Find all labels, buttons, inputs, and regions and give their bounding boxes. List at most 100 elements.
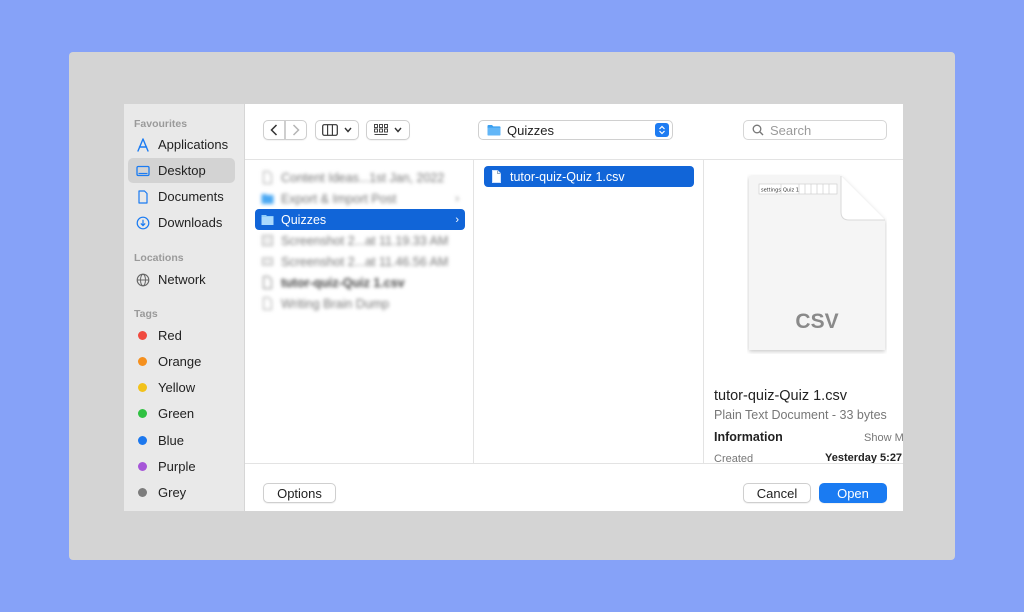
tag-label: Purple [158,459,196,474]
favourites-header: Favourites [134,118,188,130]
image-file-icon [262,235,273,246]
tag-label: Blue [158,433,185,448]
csv-document-icon: settings Quiz 1 CSV [749,176,885,350]
browser-column-2: tutor-quiz-Quiz 1.csv [475,160,704,463]
footer-bar: Options Cancel Open [245,463,903,511]
grey-tag-dot-icon [138,488,147,497]
preview-file-kind: Plain Text Document - 33 bytes [714,408,887,422]
columns-view-icon [322,124,338,136]
item-label: Writing Brain Dump [281,296,390,311]
desktop-icon [136,164,150,178]
search-icon [752,124,764,136]
tag-grey[interactable]: Grey [128,480,235,505]
locations-header: Locations [134,252,184,264]
sidebar-item-label: Applications [158,137,229,152]
sidebar-item-network[interactable]: Network [128,267,235,292]
file-extension-label: CSV [795,310,838,333]
sidebar-item-label: Network [158,272,206,287]
item-label: Content Ideas...1st Jan, 2022 [281,170,445,185]
list-item[interactable]: Screenshot 2...at 11.19.33 AM [255,230,465,251]
green-tag-dot-icon [138,409,147,418]
tag-blue[interactable]: Blue [128,428,235,453]
item-label: Screenshot 2...at 11.19.33 AM [281,233,449,248]
location-label: Quizzes [507,122,554,138]
file-icon [263,297,272,310]
sidebar-item-applications[interactable]: Applications [128,132,235,157]
chevron-right-icon: › [455,192,459,205]
red-tag-dot-icon [138,331,147,340]
chevron-down-icon [344,127,352,133]
preview-pane: settings Quiz 1 CSV tutor-quiz-Quiz 1.cs… [705,160,903,465]
thumb-cell-quiz: Quiz 1 [783,188,799,194]
chevron-right-icon [292,124,300,136]
preview-file-name: tutor-quiz-Quiz 1.csv [714,388,847,404]
options-button[interactable]: Options [263,483,336,503]
sidebar-item-label: Documents [158,189,224,204]
search-field[interactable]: Search [743,120,887,140]
blue-tag-dot-icon [138,436,147,445]
toolbar: Quizzes Search [245,104,903,160]
tag-green[interactable]: Green [128,401,235,426]
item-label: tutor-quiz-Quiz 1.csv [510,169,625,184]
forward-button[interactable] [285,120,307,140]
sidebar-item-label: Desktop [158,163,206,178]
document-icon [136,189,150,204]
tag-label: Orange [158,354,202,369]
cancel-button[interactable]: Cancel [743,483,811,503]
tag-orange[interactable]: Orange [128,349,235,374]
file-icon [492,170,501,183]
list-item[interactable]: Writing Brain Dump [255,293,465,314]
tags-header: Tags [134,308,158,320]
group-view-button[interactable] [366,120,410,140]
grid-view-icon [374,124,388,135]
applications-icon [136,137,150,152]
list-item[interactable]: Content Ideas...1st Jan, 2022 [255,167,465,188]
open-file-dialog: Favourites Applications Desktop Document… [124,104,903,511]
tag-label: Grey [158,485,187,500]
view-columns-button[interactable] [315,120,359,140]
sidebar-item-downloads[interactable]: Downloads [128,210,235,235]
sidebar-item-documents[interactable]: Documents [128,184,235,209]
folder-icon [261,215,274,225]
sidebar-item-desktop[interactable]: Desktop [128,158,235,183]
list-item[interactable]: Screenshot 2...at 11.46.56 AM [255,251,465,272]
downloads-icon [136,216,150,230]
list-item-selected[interactable]: Quizzes › [255,209,465,230]
tag-label: Red [158,328,182,343]
file-icon [263,276,272,289]
tag-yellow[interactable]: Yellow [128,375,235,400]
yellow-tag-dot-icon [138,383,147,392]
item-label: Screenshot 2...at 11.46.56 AM [281,254,449,269]
network-icon [136,273,150,287]
sidebar: Favourites Applications Desktop Document… [124,104,245,511]
information-header: Information [714,430,783,444]
back-button[interactable] [263,120,285,140]
show-more-link[interactable]: Show M [864,432,903,444]
tag-purple[interactable]: Purple [128,454,235,479]
list-item-selected[interactable]: tutor-quiz-Quiz 1.csv [484,166,694,187]
item-label: Quizzes [281,212,327,227]
tag-red[interactable]: Red [128,323,235,348]
file-icon [263,171,272,184]
list-item[interactable]: tutor-quiz-Quiz 1.csv [255,272,465,293]
thumb-cell-settings: settings [761,188,781,194]
tag-label: Yellow [158,380,196,395]
item-label: Export & Import Post [281,191,397,206]
browser-column-1: Content Ideas...1st Jan, 2022 Export & I… [245,160,474,463]
chevron-down-icon [394,127,402,133]
orange-tag-dot-icon [138,357,147,366]
tag-label: Green [158,406,195,421]
location-popup[interactable]: Quizzes [478,120,673,140]
search-placeholder: Search [770,122,812,138]
chevron-right-icon: › [455,213,459,226]
item-label: tutor-quiz-Quiz 1.csv [281,275,405,290]
chevron-left-icon [270,124,278,136]
folder-icon [487,125,501,136]
image-file-icon [262,257,273,266]
list-item[interactable]: Export & Import Post › [255,188,465,209]
up-down-chevron-icon [655,123,669,137]
sidebar-item-label: Downloads [158,215,223,230]
folder-icon [261,194,274,204]
purple-tag-dot-icon [138,462,147,471]
open-button[interactable]: Open [819,483,887,503]
